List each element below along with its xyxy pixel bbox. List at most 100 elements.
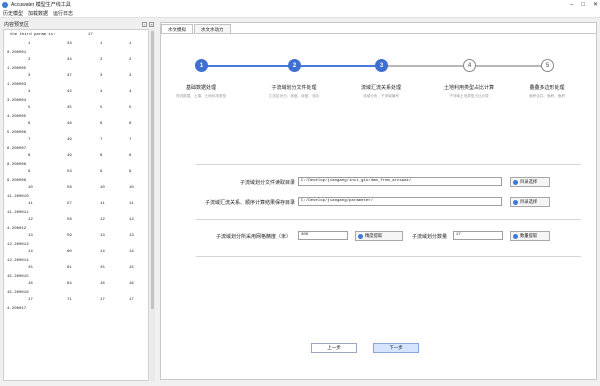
step-1-circle[interactable]: 1 (195, 59, 208, 72)
preview-panel: 内容预览区 ▫ × the third param is: 17 1 33 1 1 0.… (2, 19, 156, 386)
preview-row: 5 45 5 5 4.200005 (4, 106, 148, 122)
read-dir-label: 子流域划分文件读取目录 (239, 180, 295, 186)
preview-cell: 6 (28, 122, 31, 126)
preview-cell: 15 (129, 266, 134, 270)
count-extract-label: 数量提取 (520, 233, 538, 238)
step-4-subtitle: 子流域土地类型占比计算 (449, 94, 489, 98)
preview-cell: 4 (129, 90, 132, 94)
step-2-circle[interactable]: 2 (288, 59, 301, 72)
step-3-circle[interactable]: 3 (375, 59, 388, 72)
preview-row: 6 46 6 6 5.200006 (4, 122, 148, 138)
tab-divider (160, 33, 597, 34)
preview-row: 8 49 8 8 8.200008 (4, 154, 148, 170)
preview-row: 15 61 15 15 15.200015 (4, 266, 148, 282)
preview-scrollbar-thumb[interactable] (151, 31, 154, 309)
preview-cell: 45 (67, 106, 72, 110)
preview-scrollbar[interactable] (150, 29, 155, 381)
preview-cell: 34 (67, 58, 72, 62)
preview-cell: 16 (100, 282, 105, 286)
preview-cell: 14 (100, 250, 105, 254)
preview-cell: 49 (67, 138, 72, 142)
step-3-subtitle: 流域分布、子流域编号 (363, 94, 399, 98)
preview-cell: 53 (67, 170, 72, 174)
precision-extract-label: 精度提取 (365, 233, 383, 238)
read-dir-select-button[interactable]: 目录选择 (510, 177, 550, 187)
preview-row: 1 33 1 1 0.200001 (4, 42, 148, 58)
preview-cell: 1.200005 (7, 67, 27, 71)
preview-row: 13 59 13 13 12.200013 (4, 234, 148, 250)
param-value: 17 (88, 33, 93, 37)
folder-icon (513, 179, 518, 185)
preview-cell: 1 (100, 42, 103, 46)
step-1-title: 基础数据处理 (185, 85, 217, 91)
preview-cell: 12 (100, 218, 105, 222)
preview-cell: 2 (100, 58, 103, 62)
preview-cell: 58 (67, 218, 72, 222)
step-2-subtitle: 汇流区划分、坡度、坡度、流向 (268, 94, 320, 98)
preview-cell: 4.200012 (7, 227, 27, 231)
preview-cell: 11.200010 (7, 195, 29, 199)
previous-step-button[interactable]: 上一步 (311, 343, 357, 353)
read-dir-input[interactable]: C:/Develop/jiangang/init_gis/dem_from_ar… (298, 177, 502, 186)
preview-cell: 10 (129, 186, 134, 190)
menu-history-models[interactable]: 历史模型 (3, 10, 23, 17)
preview-cell: 59 (67, 234, 72, 238)
preview-cell: 8 (100, 154, 103, 158)
count-extract-button[interactable]: 数量提取 (510, 231, 550, 241)
preview-cell: 57 (67, 202, 72, 206)
close-icon[interactable]: ✕ (593, 1, 598, 8)
close-panel-icon[interactable]: × (149, 21, 154, 27)
step-5-circle[interactable]: 5 (541, 59, 554, 72)
preview-panel-title: 内容预览区 (4, 21, 30, 28)
preview-cell: 58 (67, 186, 72, 190)
next-step-button[interactable]: 下一步 (373, 343, 419, 353)
preview-cell: 2 (129, 58, 132, 62)
preview-cell: 49 (67, 154, 72, 158)
preview-cell: 4 (28, 90, 31, 94)
preview-cell: 16 (129, 282, 134, 286)
preview-cell: 4.200017 (7, 307, 27, 311)
preview-cell: 9 (100, 170, 103, 174)
preview-cell: 16 (28, 282, 33, 286)
preview-cell: 17 (129, 298, 134, 302)
preview-cell: 4 (100, 90, 103, 94)
preview-cell: 14 (28, 250, 33, 254)
folder-icon (513, 199, 518, 205)
extract-icon (513, 233, 518, 239)
float-panel-icon[interactable]: ▫ (142, 21, 147, 27)
preview-cell: 17 (100, 298, 105, 302)
preview-row: 17 71 17 17 4.200017 (4, 298, 148, 314)
save-dir-select-button[interactable]: 目录选择 (510, 197, 550, 207)
minimize-icon[interactable]: – (570, 2, 573, 8)
subbasin-count-label: 子流域划分数量 (411, 234, 447, 240)
maximize-icon[interactable]: □ (581, 2, 585, 8)
save-dir-input[interactable]: C:/Develop/jiangang/parameter/ (298, 197, 502, 206)
preview-cell: 12.200014 (7, 259, 29, 263)
preview-row: 12 58 12 12 4.200012 (4, 218, 148, 234)
menu-run-log[interactable]: 运行日志 (53, 10, 73, 17)
preview-cell: 6 (129, 122, 132, 126)
step-4-circle[interactable]: 4 (463, 59, 476, 72)
preview-cell: 4.200005 (7, 115, 27, 119)
preview-cell: 12.200013 (7, 243, 29, 247)
preview-row: 3 37 3 3 1.200003 (4, 74, 148, 90)
preview-cell: 13 (28, 234, 33, 238)
preview-cell: 7 (129, 138, 132, 142)
menu-load-data[interactable]: 加载数据 (28, 10, 48, 17)
window-title: Accuwater 模型生产线工具 (11, 2, 71, 8)
step-3-title: 流域汇流关系处理 (360, 85, 402, 91)
read-dir-select-label: 目录选择 (520, 179, 538, 184)
grid-precision-input[interactable]: 300 (298, 231, 348, 240)
preview-row: 2 34 2 2 1.200005 (4, 58, 148, 74)
preview-cell: 1 (28, 42, 31, 46)
step-5-title: 叠叠多边形处理 (529, 85, 565, 91)
preview-row: 9 53 9 9 9.200009 (4, 170, 148, 186)
preview-cell: 15.200016 (7, 291, 29, 295)
section-divider (196, 219, 581, 220)
preview-cell: 9 (129, 170, 132, 174)
preview-cell: 7 (28, 138, 31, 142)
precision-extract-button[interactable]: 精度提取 (355, 231, 403, 241)
preview-text-area[interactable]: the third param is: 17 1 33 1 1 0.200001 2 34 2… (3, 29, 149, 381)
subbasin-count-input[interactable]: 17 (453, 231, 503, 240)
preview-cell: 15 (100, 266, 105, 270)
